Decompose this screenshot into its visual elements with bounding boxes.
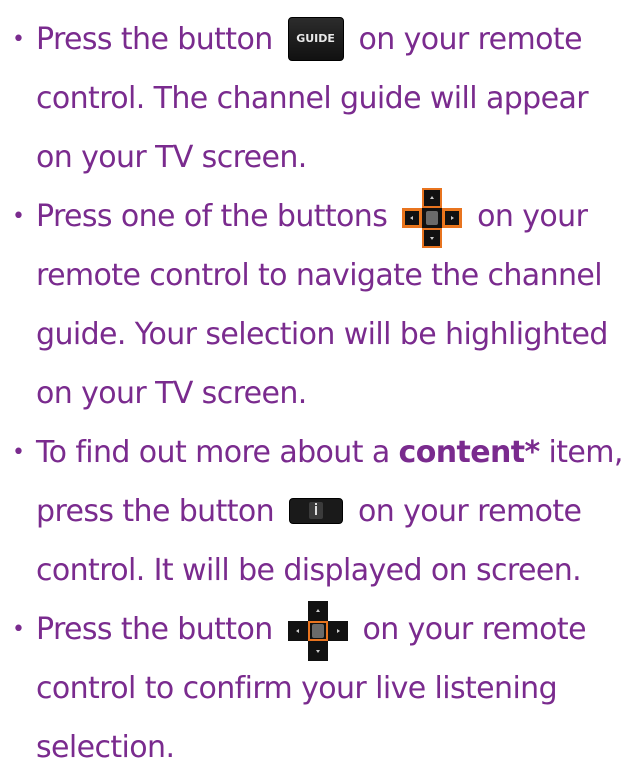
bullet: • [12,617,25,642]
step-guide: • Press the button GUIDE on your remote … [0,10,623,187]
step-text: item, [548,435,623,470]
step-text: Press the button [36,612,273,647]
step-line: control to confirm your live listening [36,671,558,706]
bullet: • [12,440,25,465]
step-line: To find out more about a content* item, [36,423,623,482]
guide-button-icon: GUIDE [287,16,344,61]
step-text: on your remote [357,494,582,529]
step-line: control. The channel guide will appear [36,81,589,116]
bullet: • [12,204,25,229]
step-line: Press one of the buttons on your [36,187,623,248]
step-text: Press one of the buttons [36,199,388,234]
step-line: remote control to navigate the channel [36,258,603,293]
navigation-dpad-icon [402,187,463,248]
info-button-icon [289,497,344,524]
instruction-list: • Press the button GUIDE on your remote … [0,10,623,777]
step-text: press the button [36,494,275,529]
step-line: control. It will be displayed on screen. [36,553,582,588]
ok-button-icon [287,600,348,661]
step-text: on your remote [362,612,587,647]
step-line: Press the button on your remote [36,600,623,661]
step-line: Press the button GUIDE on your remote [36,10,623,69]
step-text: on your remote [358,22,583,57]
step-text: Press the button [36,22,273,57]
step-confirm: • Press the button on your remote contro… [0,600,623,777]
step-line: on your TV screen. [36,140,307,175]
step-text: on your [477,199,588,234]
step-line: press the button on your remote [36,482,623,541]
step-info: • To find out more about a content* item… [0,423,623,600]
step-line: selection. [36,730,175,765]
step-navigate: • Press one of the buttons on your remot… [0,187,623,423]
step-line: guide. Your selection will be highlighte… [36,317,608,352]
content-term: content* [398,435,541,470]
bullet: • [12,27,25,52]
step-text: To find out more about a [36,435,390,470]
step-line: on your TV screen. [36,376,307,411]
